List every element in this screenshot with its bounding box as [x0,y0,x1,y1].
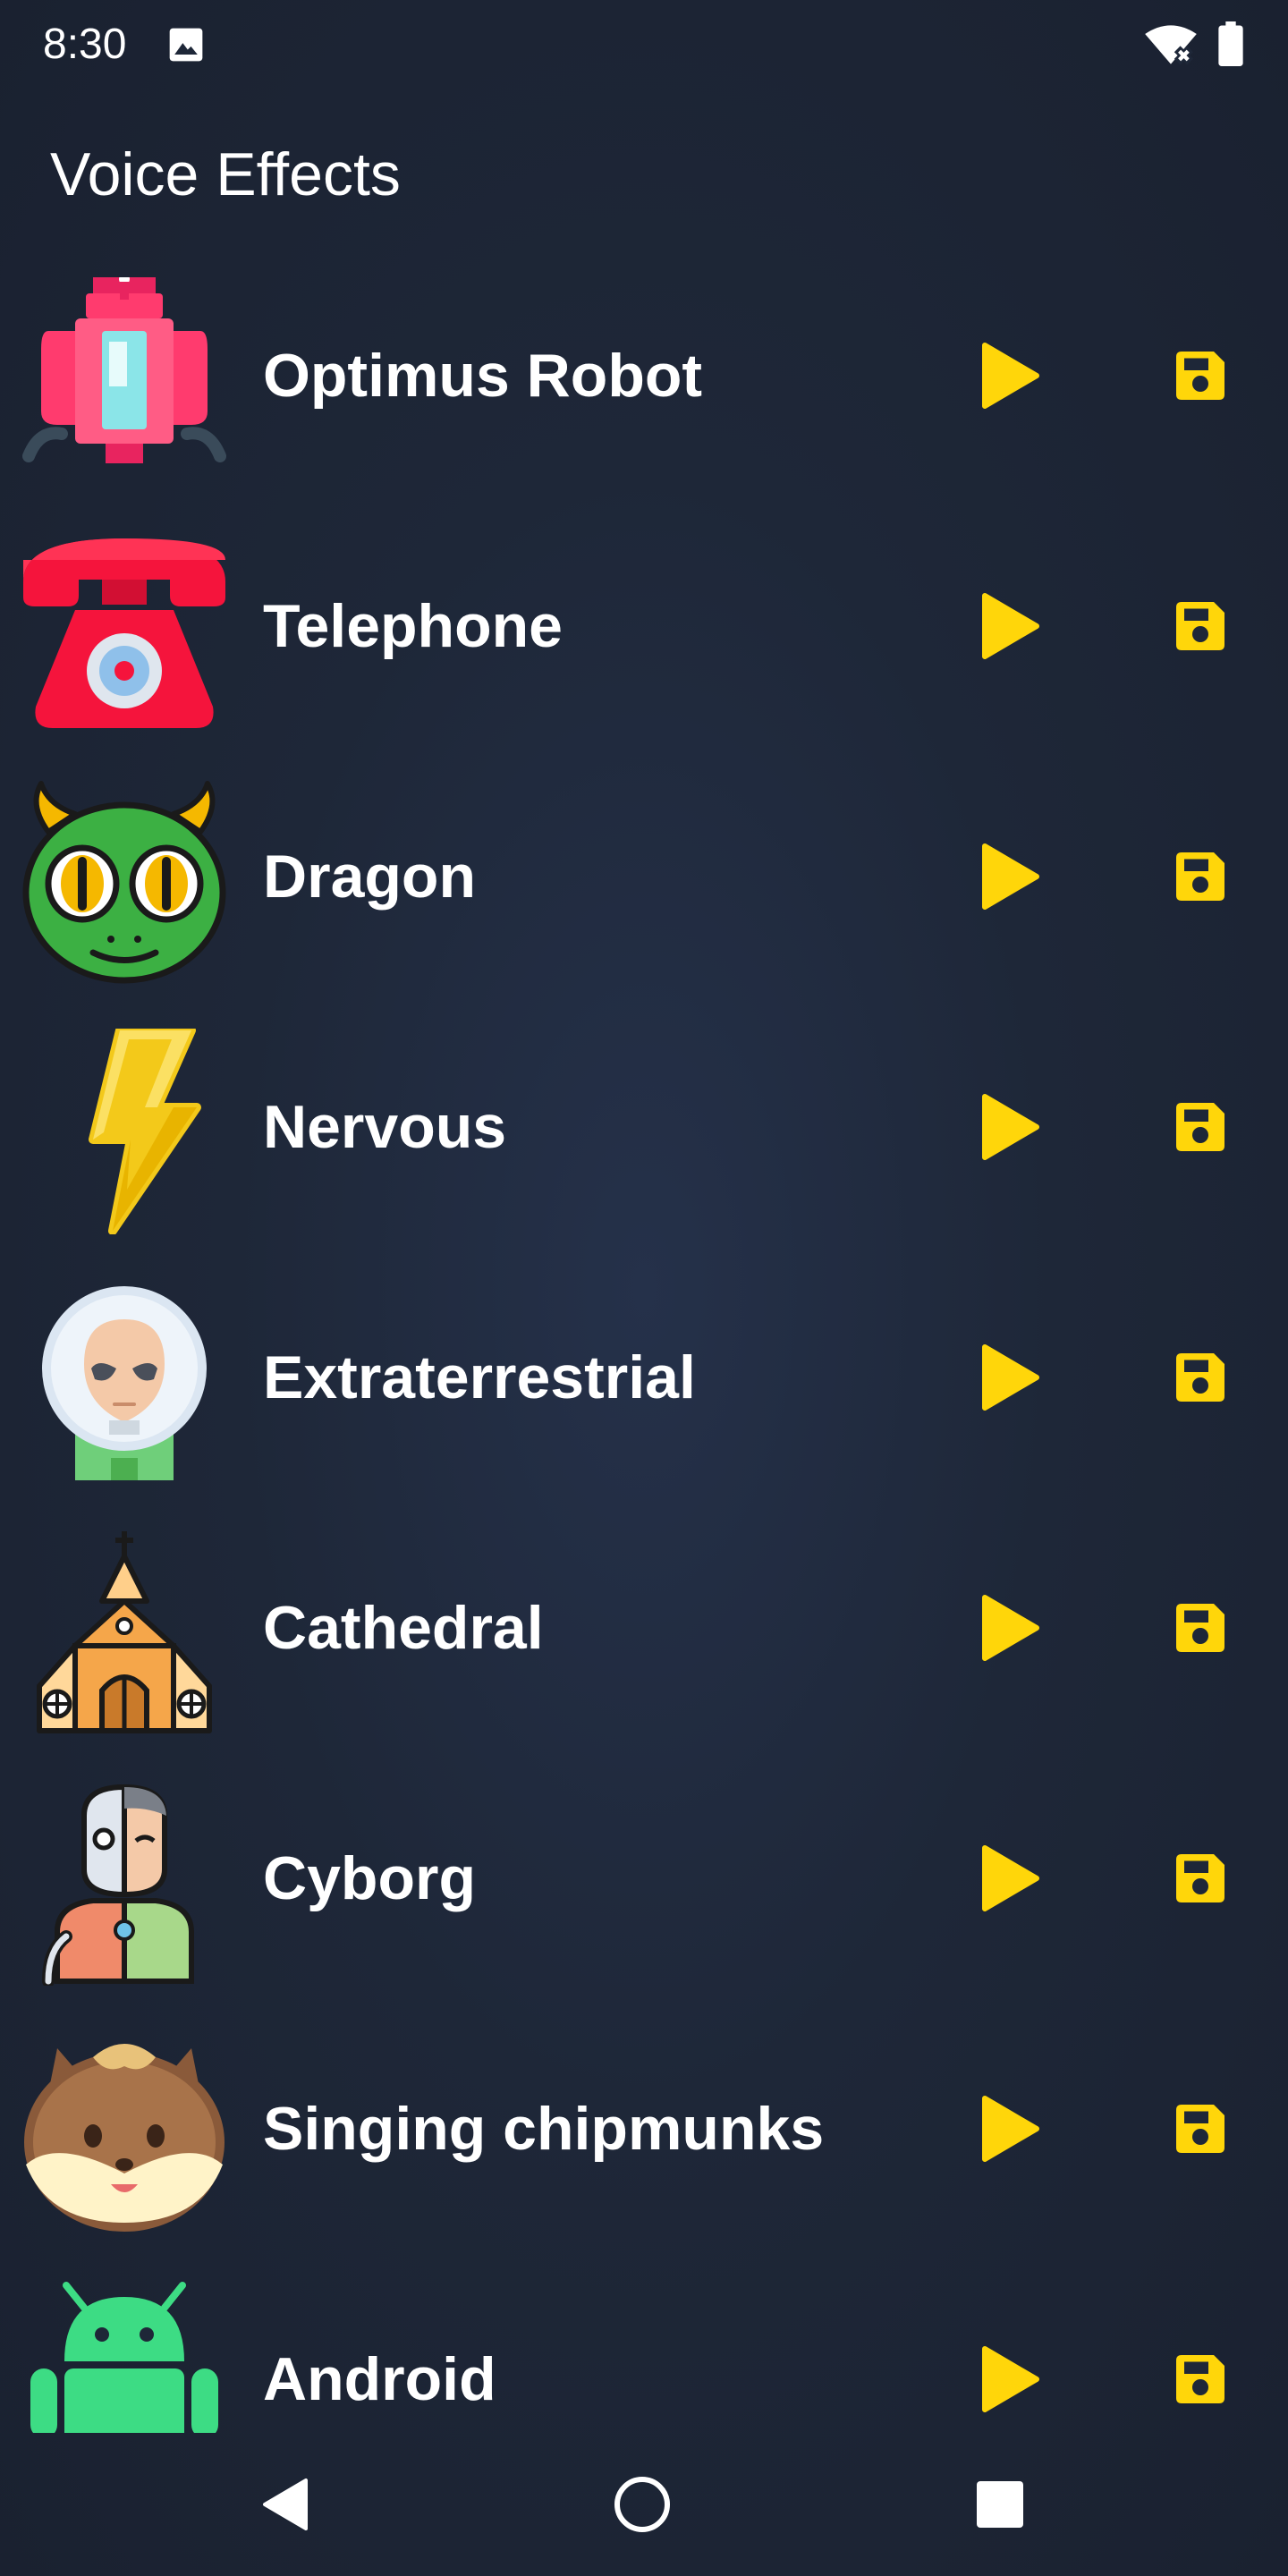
effect-label: Cathedral [263,1594,544,1662]
recents-icon [977,2481,1023,2528]
play-icon [982,593,1039,659]
list-item: Telephone [0,501,1288,751]
play-button[interactable] [957,2075,1064,2182]
back-button[interactable] [242,2460,331,2549]
wifi-off-icon [1145,23,1197,71]
status-bar: 8:30 [0,0,1288,89]
cathedral-icon [21,1530,227,1735]
floppy-disk-icon [1176,352,1224,400]
dragon-icon [21,778,227,984]
effect-label: Telephone [263,592,563,660]
play-icon [982,343,1039,409]
play-button[interactable] [957,1825,1064,1932]
chipmunk-icon [21,2030,227,2236]
status-time: 8:30 [43,21,127,68]
list-item: Extraterrestrial [0,1252,1288,1503]
save-button[interactable] [1147,1073,1254,1181]
save-button[interactable] [1147,1324,1254,1431]
save-button[interactable] [1147,1825,1254,1932]
list-item: Singing chipmunks [0,2004,1288,2254]
home-button[interactable] [597,2460,687,2549]
play-icon [982,1344,1039,1411]
save-button[interactable] [1147,823,1254,930]
play-button[interactable] [957,572,1064,680]
floppy-disk-icon [1176,852,1224,901]
image-icon [166,25,206,69]
list-item: Cyborg [0,1753,1288,2004]
effect-label: Optimus Robot [263,342,703,410]
save-button[interactable] [1147,2326,1254,2433]
play-icon [982,1094,1039,1160]
telephone-icon [21,528,227,733]
floppy-disk-icon [1176,1103,1224,1151]
list-item: Cathedral [0,1503,1288,1753]
list-item: Nervous [0,1002,1288,1252]
list-item: Dragon [0,751,1288,1002]
save-button[interactable] [1147,572,1254,680]
robot-icon [21,277,227,483]
effect-label: Singing chipmunks [263,2095,825,2163]
lightning-icon [21,1029,227,1234]
save-button[interactable] [1147,1574,1254,1682]
play-icon [982,2096,1039,2162]
play-icon [982,1595,1039,1661]
floppy-disk-icon [1176,1353,1224,1402]
recents-button[interactable] [955,2460,1045,2549]
floppy-disk-icon [1176,2105,1224,2153]
play-icon [982,1845,1039,1911]
effect-label: Nervous [263,1093,507,1161]
save-button[interactable] [1147,2075,1254,2182]
effect-label: Android [263,2345,496,2413]
play-icon [982,2346,1039,2412]
navigation-bar [0,2433,1288,2576]
effect-label: Extraterrestrial [263,1343,696,1411]
list-item: Android [0,2254,1288,2433]
back-icon [263,2479,308,2530]
play-button[interactable] [957,1324,1064,1431]
effect-label: Cyborg [263,1844,476,1912]
floppy-disk-icon [1176,602,1224,650]
list-item: Optimus Robot [0,250,1288,501]
android-icon [21,2281,227,2433]
alien-icon [21,1279,227,1485]
effects-list: Optimus Robot Telephone Dragon Nervous E… [0,250,1288,2433]
cyborg-icon [21,1780,227,1986]
play-button[interactable] [957,1073,1064,1181]
play-button[interactable] [957,2326,1064,2433]
play-icon [982,843,1039,910]
home-icon [614,2477,670,2532]
floppy-disk-icon [1176,1604,1224,1652]
play-button[interactable] [957,322,1064,429]
effect-label: Dragon [263,843,476,911]
play-button[interactable] [957,823,1064,930]
battery-icon [1218,21,1243,71]
page-title: Voice Effects [50,140,401,208]
floppy-disk-icon [1176,2355,1224,2403]
save-button[interactable] [1147,322,1254,429]
play-button[interactable] [957,1574,1064,1682]
floppy-disk-icon [1176,1854,1224,1902]
